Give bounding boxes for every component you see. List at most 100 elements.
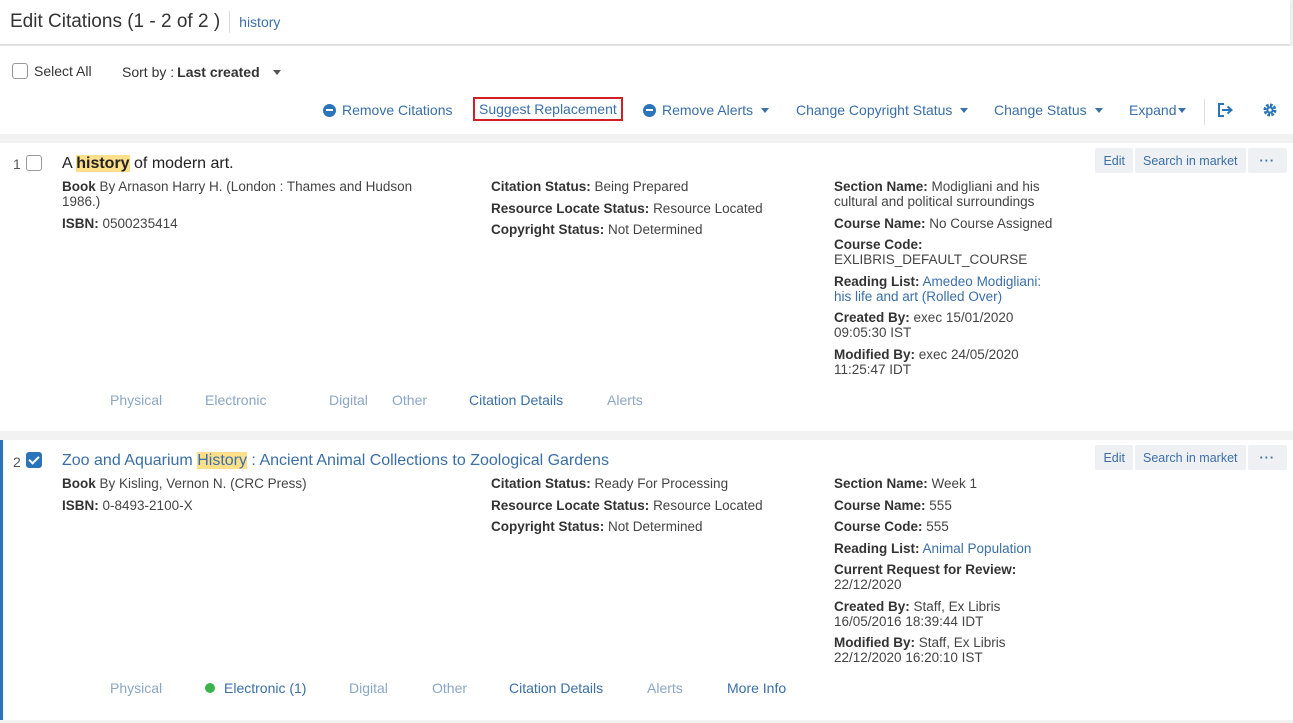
page-header: Edit Citations (1 - 2 of 2 ) history xyxy=(0,0,1290,45)
citation-status-value: Ready For Processing xyxy=(594,476,729,491)
list-controls: Select All Sort by : Last created Remove… xyxy=(0,46,1293,134)
chevron-down-icon xyxy=(272,69,281,75)
tab-digital[interactable]: Digital xyxy=(349,680,432,696)
course-code-value: 555 xyxy=(926,519,949,534)
resource-locate-value: Resource Located xyxy=(653,200,763,216)
tab-citation-details[interactable]: Citation Details xyxy=(469,392,607,408)
citation-bib-info: Book By Kisling, Vernon N. (CRC Press) I… xyxy=(62,476,442,519)
tab-electronic[interactable]: Electronic xyxy=(205,392,329,408)
course-name-label: Course Name: xyxy=(834,215,926,231)
created-by-label: Created By: xyxy=(834,310,910,325)
tab-more-info[interactable]: More Info xyxy=(727,680,786,696)
course-name-value: No Course Assigned xyxy=(929,215,1053,231)
citation-title[interactable]: A history of modern art. xyxy=(62,155,234,173)
tab-digital[interactable]: Digital xyxy=(329,392,392,408)
expand-label: Expand xyxy=(1129,102,1177,118)
tab-electronic[interactable]: Electronic (1) xyxy=(205,680,349,696)
sort-by-value: Last created xyxy=(177,64,260,80)
more-actions-button[interactable]: ··· xyxy=(1247,445,1287,470)
change-status-dropdown[interactable]: Change Status xyxy=(994,102,1103,118)
citation-status-info: Citation Status: Ready For Processing Re… xyxy=(491,476,811,541)
breadcrumb-history[interactable]: history xyxy=(239,14,280,30)
remove-alerts-dropdown[interactable]: Remove Alerts xyxy=(643,102,770,118)
title-text: of modern art. xyxy=(129,155,234,172)
title-text: : Ancient Animal Collections to Zoologic… xyxy=(246,452,609,469)
citation-actions: Edit Search in market ··· xyxy=(1095,148,1287,173)
toolbar: Remove Citations Suggest Replacement Rem… xyxy=(0,97,1293,122)
remove-citations-button[interactable]: Remove Citations xyxy=(323,102,453,118)
gear-icon[interactable] xyxy=(1260,99,1280,121)
change-copyright-status-dropdown[interactable]: Change Copyright Status xyxy=(796,102,969,118)
sort-by-dropdown[interactable]: Sort by : Last created xyxy=(122,64,281,80)
isbn-label: ISBN: xyxy=(62,497,99,513)
section-name-value: Week 1 xyxy=(931,476,978,491)
select-all[interactable]: Select All xyxy=(12,63,92,79)
reading-list-label: Reading List: xyxy=(834,273,920,289)
course-code-value: EXLIBRIS_DEFAULT_COURSE xyxy=(834,252,1028,267)
chevron-down-icon xyxy=(1178,107,1187,113)
modified-by-label: Modified By: xyxy=(834,346,915,362)
citation-tabs: Physical Electronic (1) Digital Other Ci… xyxy=(110,680,786,696)
modified-by-label: Modified By: xyxy=(834,635,915,650)
material-type: Book xyxy=(62,179,96,194)
search-in-market-button[interactable]: Search in market xyxy=(1135,148,1246,173)
more-actions-button[interactable]: ··· xyxy=(1247,148,1287,173)
isbn-label: ISBN: xyxy=(62,215,99,231)
citation-status-label: Citation Status: xyxy=(491,476,591,491)
current-request-review-value: 22/12/2020 xyxy=(834,577,902,592)
isbn-value: 0500235414 xyxy=(102,215,178,231)
isbn-value: 0-8493-2100-X xyxy=(102,497,193,513)
citation-bib-info: Book By Arnason Harry H. (London : Thame… xyxy=(62,179,442,237)
reading-list-label: Reading List: xyxy=(834,540,920,556)
chevron-down-icon xyxy=(960,107,969,113)
suggest-replacement-button[interactable]: Suggest Replacement xyxy=(473,97,623,121)
citation-status-info: Citation Status: Being Prepared Resource… xyxy=(491,179,811,244)
page-title: Edit Citations (1 - 2 of 2 ) xyxy=(10,11,221,32)
citation-tabs: Physical Electronic Digital Other Citati… xyxy=(110,392,643,408)
edit-button[interactable]: Edit xyxy=(1095,148,1134,173)
citation-card-1: 1 A history of modern art. Edit Search i… xyxy=(0,143,1293,431)
tab-other[interactable]: Other xyxy=(392,392,469,408)
title-text: A xyxy=(62,155,77,172)
created-by-label: Created By: xyxy=(834,598,910,614)
tab-physical[interactable]: Physical xyxy=(110,680,205,696)
select-all-label: Select All xyxy=(34,63,92,79)
edit-button[interactable]: Edit xyxy=(1095,445,1134,470)
remove-citations-label: Remove Citations xyxy=(342,102,453,118)
change-status-label: Change Status xyxy=(994,102,1087,118)
reading-list-link[interactable]: Animal Population xyxy=(923,541,1032,556)
section-name-label: Section Name: xyxy=(834,179,928,194)
search-in-market-button[interactable]: Search in market xyxy=(1135,445,1246,470)
copyright-status-label: Copyright Status: xyxy=(491,519,605,534)
suggest-replacement-label: Suggest Replacement xyxy=(479,101,617,117)
select-all-checkbox[interactable] xyxy=(12,63,28,79)
toolbar-divider xyxy=(1204,99,1205,125)
copyright-status-value: Not Determined xyxy=(608,222,703,237)
citation-author: By Arnason Harry H. (London : Thames and… xyxy=(62,179,413,209)
citation-checkbox[interactable] xyxy=(26,452,42,468)
resource-locate-value: Resource Located xyxy=(653,497,763,513)
chevron-down-icon xyxy=(1094,107,1103,113)
material-type: Book xyxy=(62,476,96,491)
citation-author: By Kisling, Vernon N. (CRC Press) xyxy=(99,476,307,491)
export-icon[interactable] xyxy=(1215,99,1235,121)
citation-title[interactable]: Zoo and Aquarium History : Ancient Anima… xyxy=(62,452,609,470)
title-text: Zoo and Aquarium xyxy=(62,452,198,469)
minus-circle-icon xyxy=(643,103,656,117)
tab-citation-details[interactable]: Citation Details xyxy=(509,680,647,696)
remove-alerts-label: Remove Alerts xyxy=(662,102,754,118)
tab-alerts[interactable]: Alerts xyxy=(647,680,727,696)
citation-number: 1 xyxy=(13,156,21,172)
citation-status-label: Citation Status: xyxy=(491,179,591,194)
tab-alerts[interactable]: Alerts xyxy=(607,392,643,408)
copyright-status-value: Not Determined xyxy=(608,519,703,534)
tab-physical[interactable]: Physical xyxy=(110,392,205,408)
citation-checkbox[interactable] xyxy=(26,155,42,171)
copyright-status-label: Copyright Status: xyxy=(491,222,605,237)
expand-dropdown[interactable]: Expand xyxy=(1129,102,1187,118)
minus-circle-icon xyxy=(323,103,336,117)
citation-card-2: 2 Zoo and Aquarium History : Ancient Ani… xyxy=(0,440,1293,720)
resource-locate-label: Resource Locate Status: xyxy=(491,200,650,216)
tab-other[interactable]: Other xyxy=(432,680,509,696)
current-request-review-label: Current Request for Review: xyxy=(834,562,1017,577)
